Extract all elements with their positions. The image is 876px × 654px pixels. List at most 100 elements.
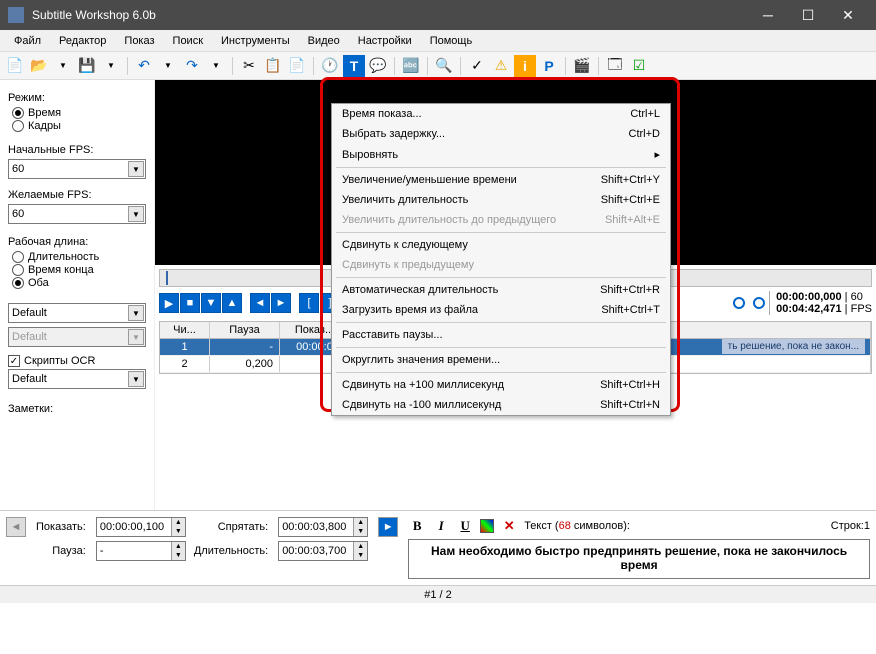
copy-icon[interactable]: 📋 [262,55,284,77]
show-label: Показать: [36,521,88,533]
paste-icon[interactable]: 📄 [286,55,308,77]
fps-out-label: Желаемые FPS: [8,189,146,201]
pause-input[interactable]: -▲▼ [96,541,186,561]
undo-icon[interactable]: ↶ [133,55,155,77]
menu-item[interactable]: Загрузить время из файлаShift+Ctrl+T [332,300,670,320]
subtitle-text-input[interactable]: Нам необходимо быстро предпринять решени… [408,539,870,579]
dur-input[interactable]: 00:00:03,700▲▼ [278,541,368,561]
warning-icon[interactable]: ⚠ [490,55,512,77]
info-icon[interactable]: i [514,55,536,77]
menu-item[interactable]: Сдвинуть на +100 миллисекундShift+Ctrl+H [332,375,670,395]
menu-file[interactable]: Файл [6,32,49,50]
menu-video[interactable]: Видео [300,32,348,50]
text-count-label: Текст (68 символов): [524,520,630,532]
radio-duration[interactable]: Длительность [12,251,146,263]
clock-icon[interactable]: 🕐 [319,55,341,77]
menu-item[interactable]: Увеличить длительностьShift+Ctrl+E [332,190,670,210]
row-text-overflow: ть решение, пока не закон... [722,339,865,354]
hide-label: Спрятать: [194,521,270,533]
prev-button[interactable]: ◄ [250,293,270,313]
menu-item[interactable]: Выровнять▸ [332,144,670,165]
fps-in-label: Начальные FPS: [8,144,146,156]
step-up-button[interactable]: ▲ [222,293,242,313]
window-title: Subtitle Workshop 6.0b [32,8,748,22]
chevron-down-icon: ▼ [128,161,144,177]
format-combo-2: Default▼ [8,327,146,347]
minimize-button[interactable]: ─ [748,0,788,30]
menu-item[interactable]: Округлить значения времени... [332,350,670,370]
italic-button[interactable]: I [432,517,450,535]
pascal-icon[interactable]: P [538,55,560,77]
menu-item[interactable]: Автоматическая длительностьShift+Ctrl+R [332,280,670,300]
menu-item[interactable]: Сдвинуть на -100 миллисекундShift+Ctrl+N [332,395,670,415]
menu-help[interactable]: Помощь [422,32,481,50]
menu-editor[interactable]: Редактор [51,32,114,50]
cut-icon[interactable]: ✂ [238,55,260,77]
text-icon[interactable]: T [343,55,365,77]
film-icon[interactable]: 🎬 [571,55,593,77]
prev-sub-button[interactable]: ◄ [6,517,26,537]
stop-button[interactable]: ■ [180,293,200,313]
radio-time[interactable]: Время [12,107,146,119]
marker-start-icon [733,297,745,309]
menu-settings[interactable]: Настройки [350,32,420,50]
radio-frames[interactable]: Кадры [12,120,146,132]
fps-out-combo[interactable]: 60▼ [8,204,146,224]
titlebar: Subtitle Workshop 6.0b ─ ☐ ✕ [0,0,876,30]
spellcheck-icon[interactable]: ✓ [466,55,488,77]
next-sub-button[interactable]: ► [378,517,398,537]
menu-item[interactable]: Расставить паузы... [332,325,670,345]
balloon-icon[interactable]: 💬 [367,55,389,77]
ocr-checkbox[interactable]: ✓Скрипты OCR [8,355,146,367]
clear-format-button[interactable]: ✕ [500,517,518,535]
chevron-down-icon: ▼ [128,206,144,222]
notes-label: Заметки: [8,403,146,415]
radio-endtime[interactable]: Время конца [12,264,146,276]
menu-item[interactable]: Время показа...Ctrl+L [332,104,670,124]
checklist-icon[interactable]: ☑ [628,55,650,77]
menu-item[interactable]: Выбрать задержку...Ctrl+D [332,124,670,144]
save-dropdown-icon[interactable]: ▼ [100,55,122,77]
maximize-button[interactable]: ☐ [788,0,828,30]
menu-show[interactable]: Показ [116,32,162,50]
menu-item: Увеличить длительность до предыдущегоShi… [332,210,670,230]
marker-end-icon [753,297,765,309]
redo-dropdown-icon[interactable]: ▼ [205,55,227,77]
hide-input[interactable]: 00:00:03,800▲▼ [278,517,368,537]
format-combo-1[interactable]: Default▼ [8,303,146,323]
window-icon[interactable]: 🗔 [604,55,626,77]
redo-icon[interactable]: ↷ [181,55,203,77]
undo-dropdown-icon[interactable]: ▼ [157,55,179,77]
menubar: Файл Редактор Показ Поиск Инструменты Ви… [0,30,876,52]
time-display: 00:00:00,000 | 60 00:04:42,471 | FPS [733,291,872,315]
app-icon [8,7,24,23]
new-icon[interactable]: 📄 [4,55,26,77]
search-icon[interactable]: 🔍 [433,55,455,77]
open-dropdown-icon[interactable]: ▼ [52,55,74,77]
sidebar: Режим: Время Кадры Начальные FPS: 60▼ Же… [0,80,155,510]
dur-label: Длительность: [194,545,270,557]
line-count: Строк:1 [831,520,870,532]
color-button[interactable] [480,519,494,533]
step-down-button[interactable]: ▼ [201,293,221,313]
ocr-combo[interactable]: Default▼ [8,369,146,389]
translate-icon[interactable]: 🔤 [400,55,422,77]
open-icon[interactable]: 📂 [28,55,50,77]
bold-button[interactable]: B [408,517,426,535]
menu-item[interactable]: Сдвинуть к следующему [332,235,670,255]
show-input[interactable]: 00:00:00,100▲▼ [96,517,186,537]
close-button[interactable]: ✕ [828,0,868,30]
next-button[interactable]: ► [271,293,291,313]
underline-button[interactable]: U [456,517,474,535]
fps-in-combo[interactable]: 60▼ [8,159,146,179]
text-editor: B I U ✕ Текст (68 символов): Строк:1 Нам… [408,517,870,579]
menu-item[interactable]: Увеличение/уменьшение времениShift+Ctrl+… [332,170,670,190]
menu-search[interactable]: Поиск [165,32,211,50]
radio-both[interactable]: Оба [12,277,146,289]
save-icon[interactable]: 💾 [76,55,98,77]
chevron-down-icon: ▼ [128,329,144,345]
mark-in-button[interactable]: [ [299,293,319,313]
play-button[interactable]: ▶ [159,293,179,313]
menu-tools[interactable]: Инструменты [213,32,298,50]
mode-label: Режим: [8,92,146,104]
